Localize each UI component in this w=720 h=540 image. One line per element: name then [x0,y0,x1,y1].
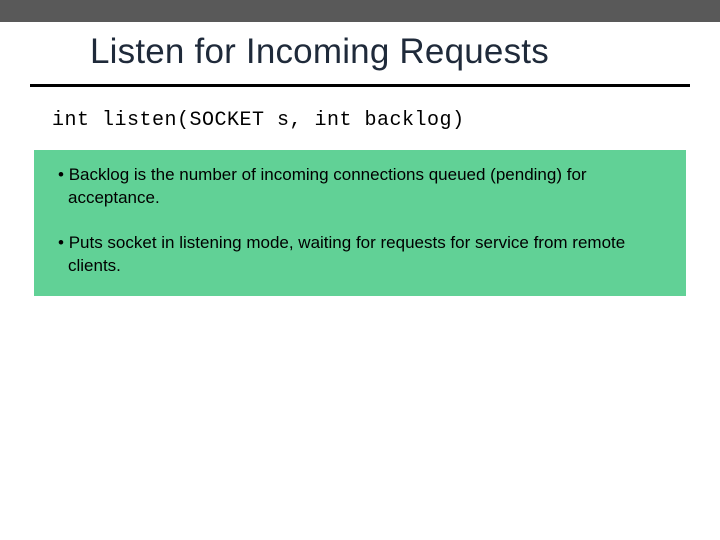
bullet-item: Puts socket in listening mode, waiting f… [50,232,670,278]
bullet-item: Backlog is the number of incoming connec… [50,164,670,210]
code-signature: int listen(SOCKET s, int backlog) [52,109,720,132]
top-bar [0,0,720,22]
slide-title: Listen for Incoming Requests [90,32,640,72]
info-box: Backlog is the number of incoming connec… [34,150,686,296]
title-area: Listen for Incoming Requests [30,22,690,87]
